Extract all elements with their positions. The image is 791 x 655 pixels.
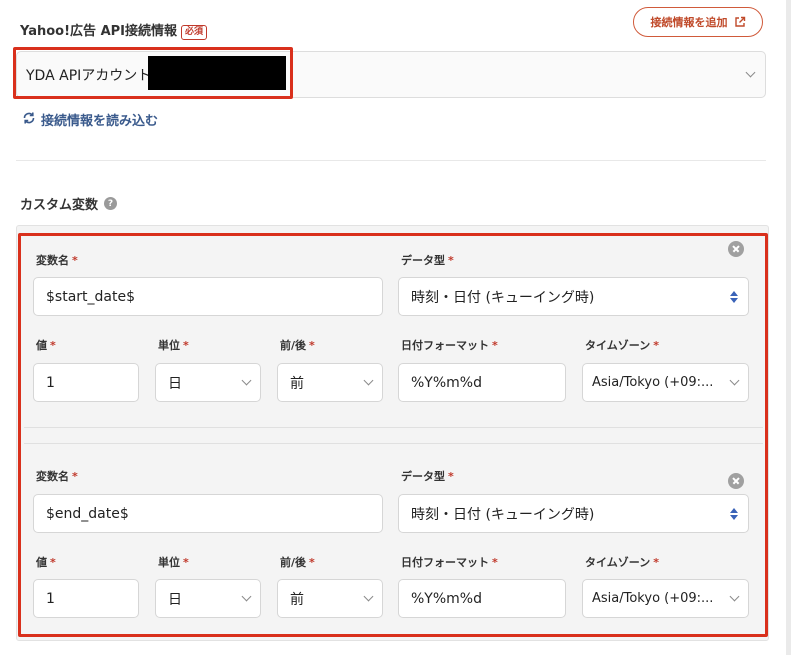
highlight-account-box xyxy=(13,47,293,99)
add-connection-button[interactable]: 接続情報を追加 xyxy=(633,7,763,37)
highlight-vars-box xyxy=(18,233,768,637)
help-icon[interactable]: ? xyxy=(104,197,118,210)
reload-connection-link[interactable]: 接続情報を読み込む xyxy=(22,110,158,129)
external-link-icon xyxy=(734,16,746,28)
add-connection-label: 接続情報を追加 xyxy=(650,16,728,29)
required-badge: 必須 xyxy=(181,25,208,40)
refresh-icon xyxy=(22,111,36,129)
custom-vars-title: カスタム変数 ? xyxy=(20,194,118,213)
section-divider xyxy=(16,160,766,161)
scrollbar[interactable] xyxy=(786,0,791,655)
connection-label: Yahoo!広告 API接続情報 必須 xyxy=(20,20,208,40)
